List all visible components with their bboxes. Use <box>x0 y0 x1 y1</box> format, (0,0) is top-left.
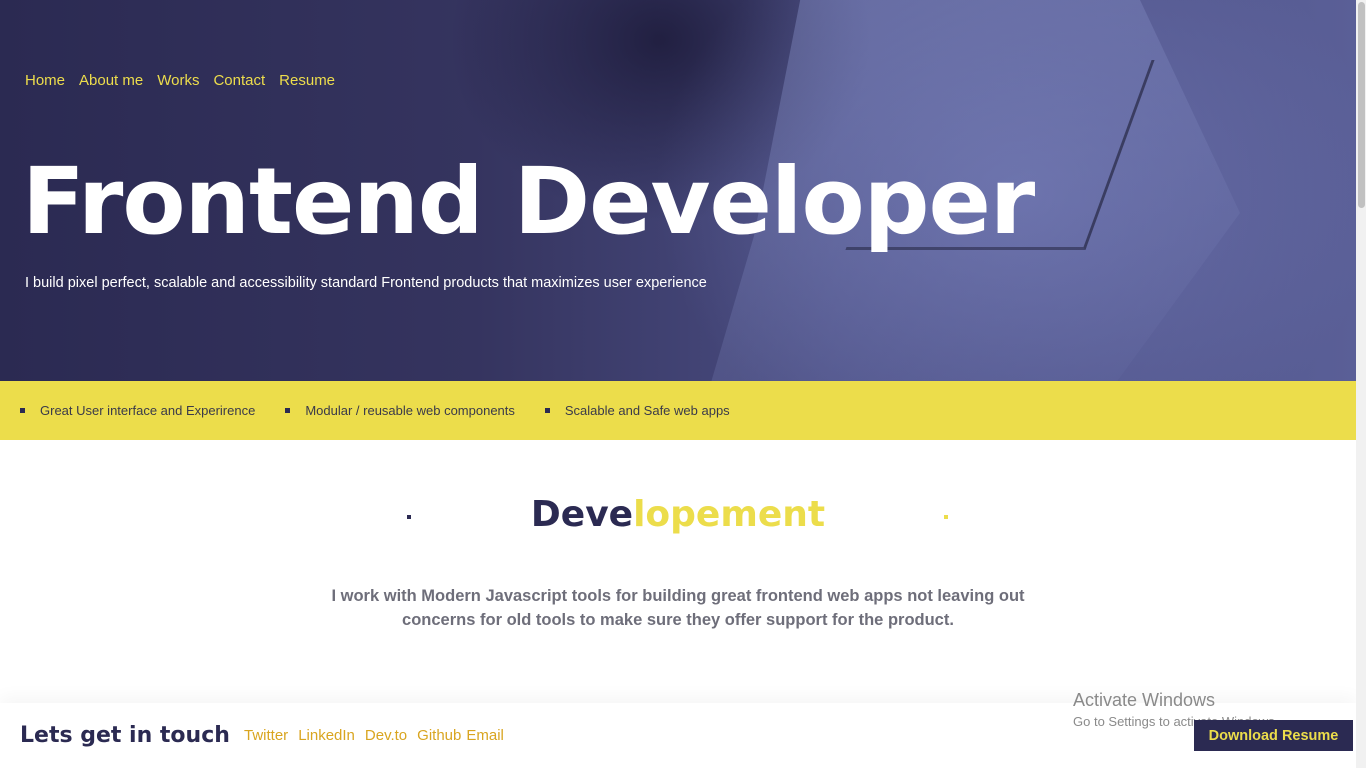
bullet-icon <box>20 408 25 413</box>
features-strip: Great User interface and Experirence Mod… <box>0 381 1356 440</box>
nav-about[interactable]: About me <box>79 72 143 89</box>
linkedin-link[interactable]: LinkedIn <box>298 727 355 744</box>
nav-resume[interactable]: Resume <box>279 72 335 89</box>
watermark-title: Activate Windows <box>1073 690 1216 710</box>
twitter-link[interactable]: Twitter <box>244 727 288 744</box>
feature-item: Modular / reusable web components <box>285 403 515 418</box>
main-nav: Home About me Works Contact Resume <box>25 72 335 89</box>
bullet-icon <box>544 408 550 413</box>
github-link[interactable]: Github <box>417 727 461 744</box>
feature-label: Scalable and Safe web apps <box>564 403 730 418</box>
feature-item: Scalable and Safe web apps <box>544 403 730 418</box>
feature-item: Great User interface and Experirence <box>20 403 255 418</box>
hero-title: Frontend Developer <box>22 148 1035 255</box>
hero-subtitle: I build pixel perfect, scalable and acce… <box>25 275 707 291</box>
section-title-dark: Deve <box>530 494 634 535</box>
scrollbar-thumb[interactable] <box>1358 2 1365 208</box>
hero-section: Home About me Works Contact Resume Front… <box>0 0 1356 381</box>
devto-link[interactable]: Dev.to <box>365 727 407 744</box>
download-resume-button[interactable]: Download Resume <box>1194 720 1353 751</box>
section-title-yellow: lopement <box>633 494 826 535</box>
nav-works[interactable]: Works <box>157 72 199 89</box>
section-description: I work with Modern Javascript tools for … <box>331 587 1025 629</box>
footer-title: Lets get in touch <box>20 723 230 748</box>
section-title: Developement <box>0 494 1356 535</box>
nav-home[interactable]: Home <box>25 72 65 89</box>
feature-label: Modular / reusable web components <box>305 403 515 418</box>
page-scrollbar[interactable] <box>1356 0 1366 768</box>
email-link[interactable]: Email <box>466 727 504 744</box>
feature-label: Great User interface and Experirence <box>40 403 256 418</box>
bullet-icon <box>285 408 291 413</box>
nav-contact[interactable]: Contact <box>213 72 265 89</box>
social-links: Twitter LinkedIn Dev.to Github Email <box>244 727 504 744</box>
